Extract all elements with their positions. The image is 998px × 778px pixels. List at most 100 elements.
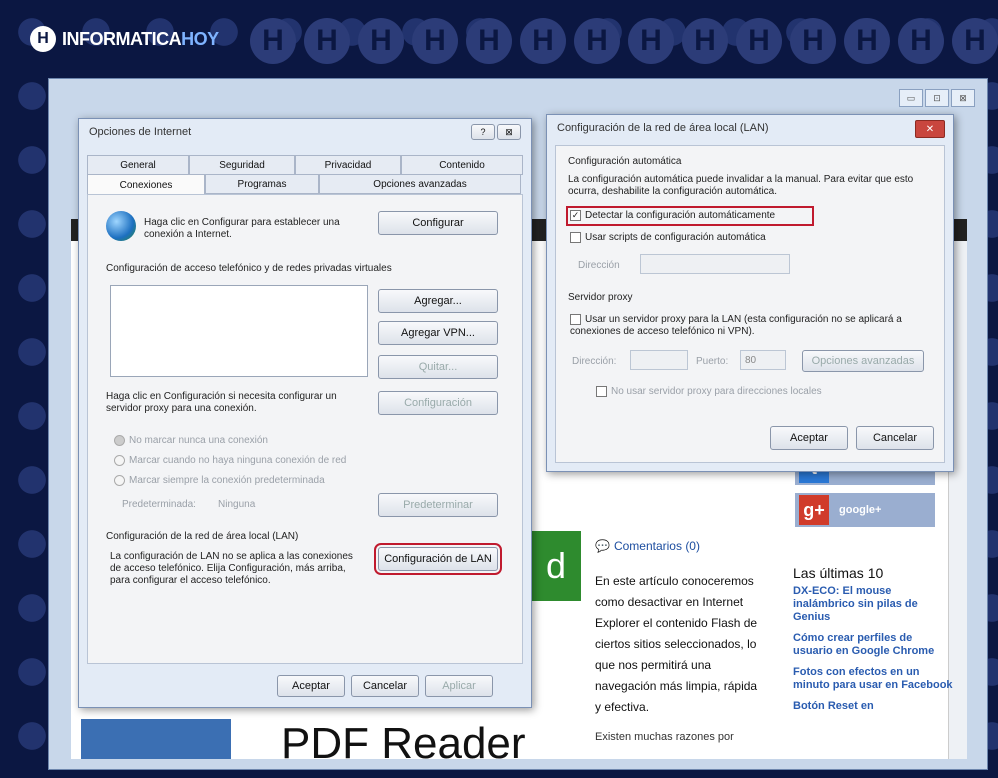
script-address-label: Dirección bbox=[578, 260, 620, 271]
configure-button[interactable]: Configurar bbox=[378, 211, 498, 235]
advanced-options-button[interactable]: Opciones avanzadas bbox=[802, 350, 924, 372]
google-plus-link[interactable]: g+ google+ bbox=[795, 493, 935, 527]
latest-link[interactable]: Fotos con efectos en un minuto para usar… bbox=[793, 666, 953, 692]
tab-content[interactable]: Contenido bbox=[401, 155, 523, 175]
dialup-heading: Configuración de acceso telefónico y de … bbox=[106, 263, 392, 274]
green-banner: d bbox=[531, 531, 581, 601]
proxy-text: Haga clic en Configuración si necesita c… bbox=[106, 391, 337, 414]
proxy-port-input[interactable]: 80 bbox=[740, 350, 786, 370]
tabs-row-2: Conexiones Programas Opciones avanzadas bbox=[87, 174, 521, 195]
site-logo[interactable]: H INFORMATICAHOY bbox=[30, 26, 219, 52]
radio-always-dial-label: Marcar siempre la conexión predeterminad… bbox=[129, 475, 325, 487]
bypass-local-label: No usar servidor proxy para direcciones … bbox=[611, 386, 822, 398]
checkbox-icon bbox=[570, 232, 581, 243]
set-default-button[interactable]: Predeterminar bbox=[378, 493, 498, 517]
script-address-input[interactable] bbox=[640, 254, 790, 274]
ok-button[interactable]: Aceptar bbox=[277, 675, 345, 697]
tab-general[interactable]: General bbox=[87, 155, 189, 175]
h-circle-icon: H bbox=[844, 18, 890, 64]
auto-script-checkbox[interactable]: Usar scripts de configuración automática bbox=[570, 232, 766, 244]
default-value: Ninguna bbox=[218, 499, 256, 510]
internet-options-dialog: Opciones de Internet ? ⊠ General Segurid… bbox=[78, 118, 532, 708]
radio-icon bbox=[114, 475, 125, 486]
h-circle-icon: H bbox=[736, 18, 782, 64]
proxy-address-input[interactable] bbox=[630, 350, 688, 370]
add-vpn-button[interactable]: Agregar VPN... bbox=[378, 321, 498, 345]
tab-programs[interactable]: Programas bbox=[205, 174, 319, 194]
tab-connections[interactable]: Conexiones bbox=[87, 174, 205, 195]
auto-config-heading: Configuración automática bbox=[568, 156, 682, 167]
connections-list[interactable] bbox=[110, 285, 368, 377]
latest-link[interactable]: DX-ECO: El mouse inalámbrico sin pilas d… bbox=[793, 585, 953, 624]
maximize-button[interactable]: ⊡ bbox=[925, 89, 949, 107]
radio-dial-when-no-network-label: Marcar cuando no haya ninguna conexión d… bbox=[129, 455, 347, 467]
radio-dial-when-no-network[interactable]: Marcar cuando no haya ninguna conexión d… bbox=[114, 455, 346, 467]
minimize-button[interactable]: ▭ bbox=[899, 89, 923, 107]
pdf-reader-heading: PDF Reader bbox=[281, 719, 526, 768]
latest-title: Las últimas 10 bbox=[793, 565, 884, 581]
lan-cancel-button[interactable]: Cancelar bbox=[856, 426, 934, 450]
auto-config-text: La configuración automática puede invali… bbox=[568, 174, 914, 197]
apply-button[interactable]: Aplicar bbox=[425, 675, 493, 697]
h-circle-icon: H bbox=[520, 18, 566, 64]
h-circle-icon: H bbox=[250, 18, 296, 64]
article-text-next: Existen muchas razones por bbox=[595, 731, 734, 743]
add-button[interactable]: Agregar... bbox=[378, 289, 498, 313]
checkbox-icon bbox=[596, 386, 607, 397]
settings-button[interactable]: Configuración bbox=[378, 391, 498, 415]
h-circle-icon: H bbox=[682, 18, 728, 64]
radio-icon bbox=[114, 435, 125, 446]
lan-close-button[interactable]: ✕ bbox=[915, 120, 945, 138]
proxy-port-label: Puerto: bbox=[696, 356, 729, 367]
google-plus-icon: g+ bbox=[799, 495, 829, 525]
logo-badge-icon: H bbox=[30, 26, 56, 52]
lan-dialog-title: Configuración de la red de área local (L… bbox=[557, 122, 769, 134]
comments-link[interactable]: 💬 Comentarios (0) bbox=[595, 539, 700, 553]
lan-ok-button[interactable]: Aceptar bbox=[770, 426, 848, 450]
latest-link[interactable]: Cómo crear perfiles de usuario en Google… bbox=[793, 632, 953, 658]
radio-never-dial-label: No marcar nunca una conexión bbox=[129, 435, 268, 447]
article-thumbnail[interactable] bbox=[81, 719, 231, 759]
tab-privacy[interactable]: Privacidad bbox=[295, 155, 401, 175]
h-circle-icon: H bbox=[358, 18, 404, 64]
cancel-button[interactable]: Cancelar bbox=[351, 675, 419, 697]
detect-settings-checkbox[interactable]: ✓ Detectar la configuración automáticamen… bbox=[566, 205, 814, 227]
window-controls: ▭ ⊡ ⊠ bbox=[899, 89, 975, 107]
h-circle-icon: H bbox=[898, 18, 944, 64]
tab-advanced[interactable]: Opciones avanzadas bbox=[319, 174, 521, 194]
radio-icon bbox=[114, 455, 125, 466]
comments-label: Comentarios (0) bbox=[613, 539, 700, 553]
h-circle-icon: H bbox=[466, 18, 512, 64]
default-label: Predeterminada: bbox=[122, 499, 196, 510]
connections-panel: Haga clic en Configurar para establecer … bbox=[87, 194, 523, 664]
close-button[interactable]: ⊠ bbox=[951, 89, 975, 107]
help-button[interactable]: ? bbox=[471, 124, 495, 140]
google-plus-label: google+ bbox=[839, 504, 882, 516]
lan-dialog-body: Configuración automática La configuració… bbox=[555, 145, 945, 463]
site-header: H INFORMATICAHOY H H H H H H H H H H H H… bbox=[0, 0, 998, 80]
globe-icon bbox=[106, 211, 136, 241]
setup-text: Haga clic en Configurar para establecer … bbox=[144, 217, 340, 240]
h-circle-icon: H bbox=[304, 18, 350, 64]
auto-script-label: Usar scripts de configuración automática bbox=[585, 232, 766, 244]
latest-articles: Las últimas 10 DX-ECO: El mouse inalámbr… bbox=[793, 565, 953, 721]
h-circle-icon: H bbox=[628, 18, 674, 64]
remove-button[interactable]: Quitar... bbox=[378, 355, 498, 379]
use-proxy-checkbox[interactable]: Usar un servidor proxy para la LAN (esta… bbox=[570, 314, 930, 338]
h-circle-icon: H bbox=[790, 18, 836, 64]
latest-link[interactable]: Botón Reset en bbox=[793, 700, 953, 713]
tab-security[interactable]: Seguridad bbox=[189, 155, 295, 175]
use-proxy-label: Usar un servidor proxy para la LAN (esta… bbox=[570, 314, 902, 338]
dialog-title: Opciones de Internet bbox=[89, 126, 192, 138]
h-circle-icon: H bbox=[952, 18, 998, 64]
tabs-row-1: General Seguridad Privacidad Contenido bbox=[87, 155, 523, 175]
radio-always-dial[interactable]: Marcar siempre la conexión predeterminad… bbox=[114, 475, 325, 487]
bypass-local-checkbox[interactable]: No usar servidor proxy para direcciones … bbox=[596, 386, 822, 398]
lan-settings-button[interactable]: Configuración de LAN bbox=[374, 543, 502, 575]
detect-settings-label: Detectar la configuración automáticament… bbox=[585, 210, 776, 222]
dialog-close-button[interactable]: ⊠ bbox=[497, 124, 521, 140]
radio-never-dial[interactable]: No marcar nunca una conexión bbox=[114, 435, 268, 447]
lan-heading: Configuración de la red de área local (L… bbox=[106, 531, 299, 542]
article-text: En este artículo conoceremos como desact… bbox=[595, 574, 758, 714]
lan-text: La configuración de LAN no se aplica a l… bbox=[110, 551, 353, 586]
